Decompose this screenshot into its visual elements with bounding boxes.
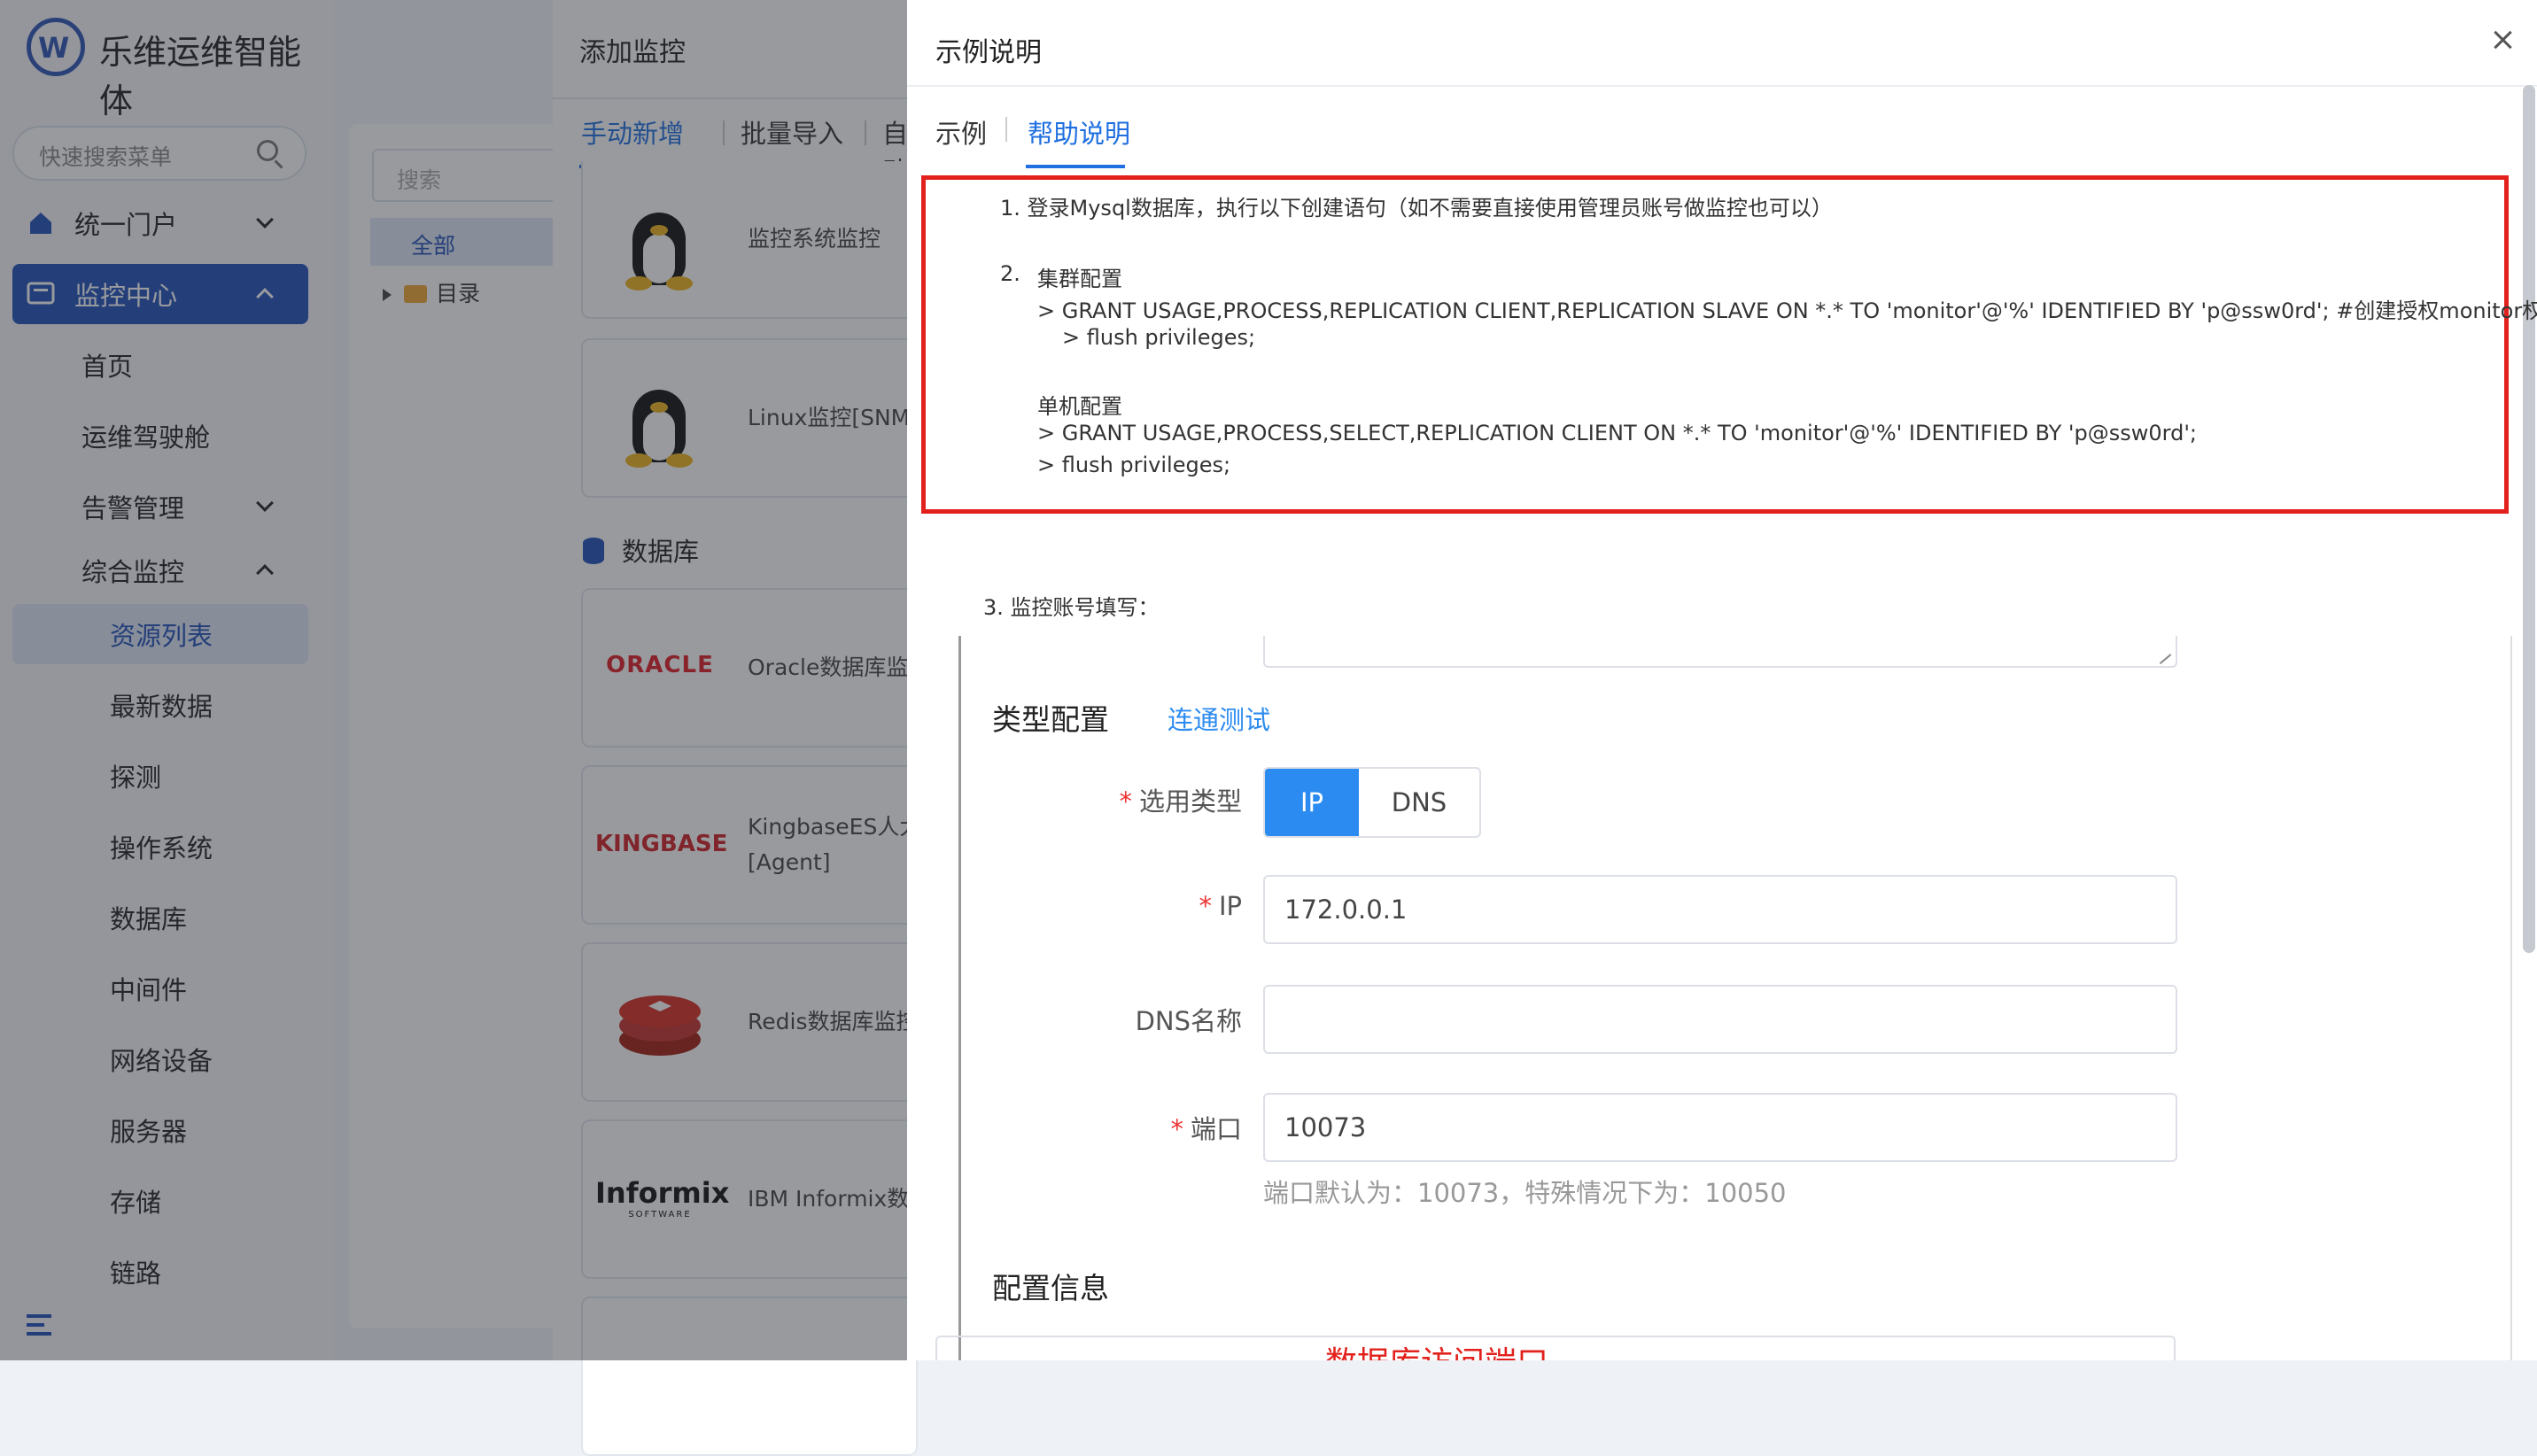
divider: [1005, 117, 1007, 142]
help-highlight-box: 1. 登录Mysql数据库，执行以下创建语句（如不需要直接使用管理员账号做监控也…: [921, 175, 2537, 514]
tab-example[interactable]: 示例: [935, 113, 987, 151]
help-single-cmd-2: > flush privileges;: [1037, 453, 1231, 477]
dialog-scrollbar[interactable]: [2523, 85, 2535, 953]
help-step-3: 3. 监控账号填写：: [983, 595, 1160, 620]
db-port-annotation: 数据库访问端口: [1325, 1337, 1548, 1360]
help-single-title: 单机配置: [1037, 394, 1122, 419]
dns-field: [1263, 985, 2177, 1054]
divider: [958, 636, 961, 1360]
section-config-info: 配置信息: [992, 1271, 1109, 1305]
help-step-2-number: 2.: [1000, 261, 1020, 286]
divider: [2510, 636, 2512, 1360]
help-step-1: 1. 登录Mysql数据库，执行以下创建语句（如不需要直接使用管理员账号做监控也…: [1000, 196, 1833, 221]
tab-help[interactable]: 帮助说明: [1028, 113, 1130, 151]
divider: [907, 85, 2537, 87]
option-dns: DNS: [1391, 787, 1447, 817]
connectivity-test-link: 连通测试: [1168, 705, 1271, 735]
type-label: * 选用类型: [1119, 786, 1242, 817]
ip-field: 172.0.0.1: [1263, 875, 2177, 944]
textarea-bottom: [1263, 636, 2177, 668]
active-tab-indicator: [1026, 165, 1125, 168]
port-field: 10073: [1263, 1093, 2177, 1162]
dns-label: DNS名称: [1135, 1006, 1242, 1036]
type-segmented-control: IP DNS: [1263, 767, 1481, 838]
example-dialog: 示例说明 示例 帮助说明 1. 登录Mysql数据库，执行以下创建语句（如不需要…: [907, 0, 2537, 1360]
help-cluster-title: 集群配置: [1037, 267, 1122, 291]
help-form-screenshot: 类型配置 连通测试 * 选用类型 IP DNS * IP 172.0.0.1 DNS…: [935, 636, 2512, 1360]
help-cluster-cmd-1: > GRANT USAGE,PROCESS,REPLICATION CLIENT…: [1037, 298, 2537, 323]
port-label: * 端口: [1170, 1114, 1242, 1144]
port-hint: 端口默认为：10073，特殊情况下为：10050: [1263, 1178, 1787, 1208]
option-ip: IP: [1265, 769, 1359, 836]
close-icon[interactable]: [2489, 27, 2516, 53]
config-row: [935, 1336, 2176, 1360]
help-cluster-cmd-2: > flush privileges;: [1062, 325, 1256, 350]
section-type-config: 类型配置: [992, 702, 1109, 737]
ip-label: * IP: [1199, 891, 1242, 921]
dialog-title: 示例说明: [935, 37, 1042, 68]
help-single-cmd-1: > GRANT USAGE,PROCESS,SELECT,REPLICATION…: [1037, 421, 2198, 445]
modal-overlay[interactable]: [0, 0, 907, 1360]
resize-grip-icon: [2154, 648, 2172, 664]
